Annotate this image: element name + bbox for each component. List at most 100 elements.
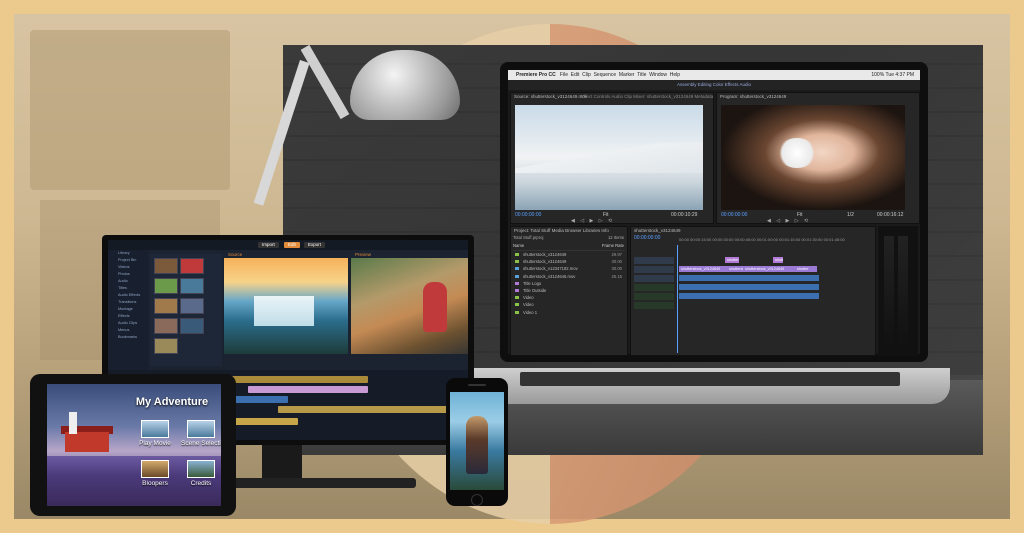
- tab-edit[interactable]: Edit: [284, 242, 300, 248]
- project-item[interactable]: Video 1: [513, 309, 625, 316]
- preview-label: Preview: [355, 252, 372, 257]
- program-timecode[interactable]: 00:00:00:00: [721, 212, 747, 218]
- timeline-clip[interactable]: shutterstock: [727, 266, 743, 272]
- audio-clip[interactable]: [679, 284, 819, 290]
- source-panel-tabs[interactable]: Effect Controls Audio Clip Mixer: shutte…: [581, 94, 713, 99]
- credits-thumb: [187, 460, 215, 478]
- timeline-clip[interactable]: shutter: [795, 266, 817, 272]
- project-item[interactable]: Title Logo: [513, 280, 625, 287]
- timeline-clip[interactable]: [248, 386, 368, 393]
- timeline-timecode[interactable]: 00:00:00:00: [634, 235, 660, 241]
- bloopers-thumb: [141, 460, 169, 478]
- track-a2[interactable]: [634, 293, 674, 300]
- hiker-preview[interactable]: [351, 258, 468, 354]
- project-item[interactable]: shutterstock_v3124646.mov 25.15: [513, 273, 625, 280]
- app-menu[interactable]: Premiere Pro CC: [516, 72, 556, 78]
- audio-waveform[interactable]: [278, 406, 458, 413]
- menu-sequence[interactable]: Sequence: [594, 72, 617, 78]
- sidebar-item[interactable]: Photos: [108, 271, 148, 278]
- scene-selection-button[interactable]: Scene Selection: [181, 420, 221, 447]
- play-movie-button[interactable]: Play Movie: [135, 420, 175, 447]
- bloopers-button[interactable]: Bloopers: [135, 460, 175, 487]
- media-thumb[interactable]: [154, 318, 178, 334]
- timeline-clip[interactable]: shutterstock_v3124649: [743, 266, 795, 272]
- timeline-panel: shutterstock_v3124649 00:00:00:00 00:00 …: [630, 226, 876, 356]
- sidebar-item[interactable]: Effects: [108, 313, 148, 320]
- sidebar-item[interactable]: Transitions: [108, 299, 148, 306]
- timeline-clip[interactable]: shutterstock_v3124649: [773, 257, 783, 263]
- tab-export[interactable]: Export: [304, 242, 326, 248]
- audio-clip[interactable]: [679, 275, 819, 281]
- studio-topbar: Import Edit Export: [108, 240, 468, 250]
- project-item-name: Video: [523, 302, 534, 308]
- header-frame-rate[interactable]: Frame Rate: [602, 243, 624, 248]
- media-thumb[interactable]: [154, 278, 178, 294]
- workspace-tabs[interactable]: Assembly Editing Color Effects Audio: [508, 80, 920, 90]
- sidebar-item[interactable]: Audio: [108, 278, 148, 285]
- track-v1[interactable]: [634, 275, 674, 282]
- timeline-clip[interactable]: shutterstock_v3124649: [725, 257, 739, 263]
- phone-screen: [450, 392, 504, 490]
- source-monitor-title[interactable]: Source: shutterstock_v3124649.mov: [514, 94, 587, 99]
- project-item-frame-rate: 30.00: [611, 266, 622, 272]
- sidebar-item[interactable]: Bookmarks: [108, 334, 148, 341]
- track-v2[interactable]: [634, 266, 674, 273]
- play-movie-label: Play Movie: [139, 440, 171, 447]
- menu-window[interactable]: Window: [649, 72, 667, 78]
- bloopers-label: Bloopers: [142, 480, 168, 487]
- source-timecode[interactable]: 00:00:00:00: [515, 212, 541, 218]
- media-thumb[interactable]: [154, 298, 178, 314]
- timeline-tab[interactable]: shutterstock_v3124649: [634, 228, 681, 233]
- media-thumb[interactable]: [180, 318, 204, 334]
- track-a1[interactable]: [634, 284, 674, 291]
- project-item-frame-rate: 29.97: [611, 252, 622, 257]
- sidebar-item[interactable]: Montage: [108, 306, 148, 313]
- credits-button[interactable]: Credits: [181, 460, 221, 487]
- program-monitor: Program: shutterstock_v3124649 00:00:00:…: [716, 92, 920, 224]
- menu-marker[interactable]: Marker: [619, 72, 635, 78]
- label-color-swatch: [515, 281, 519, 285]
- track-v3[interactable]: [634, 257, 674, 264]
- home-button[interactable]: [471, 494, 483, 506]
- media-thumb[interactable]: [180, 258, 204, 274]
- header-name[interactable]: Name: [513, 243, 524, 248]
- menu-edit[interactable]: Edit: [571, 72, 580, 78]
- project-item[interactable]: shutterstock_v3124649 29.97: [513, 251, 625, 258]
- audio-clip[interactable]: [679, 293, 819, 299]
- menu-file[interactable]: File: [560, 72, 568, 78]
- menu-title[interactable]: Title: [637, 72, 646, 78]
- waterfall-preview[interactable]: [224, 258, 348, 354]
- sidebar-item[interactable]: Project Bin: [108, 257, 148, 264]
- sidebar-item[interactable]: Audio Clips: [108, 320, 148, 327]
- program-transport-controls[interactable]: ◀ ◁ ▶ ▷ ⟲: [767, 218, 810, 226]
- sidebar-item[interactable]: Menus: [108, 327, 148, 334]
- menu-clip[interactable]: Clip: [582, 72, 591, 78]
- project-item[interactable]: Video: [513, 294, 625, 301]
- studio-library-sidebar: Library Project Bin Videos Photos Audio Title…: [108, 250, 148, 370]
- media-thumb[interactable]: [180, 278, 204, 294]
- timeline-clip[interactable]: shutterstock_v3124649: [679, 266, 727, 272]
- timeline-ruler[interactable]: 00:00 00:00:15:00 00:00:30:00 00:00:45:0…: [679, 237, 871, 243]
- media-thumb[interactable]: [180, 298, 204, 314]
- sidebar-item[interactable]: Audio Effects: [108, 292, 148, 299]
- track-a3[interactable]: [634, 302, 674, 309]
- sidebar-item[interactable]: Library: [108, 250, 148, 257]
- clock: Tue 4:37 PM: [885, 72, 914, 78]
- project-item[interactable]: shutterstock_v12347182.mov 30.00: [513, 265, 625, 272]
- program-monitor-title[interactable]: Program: shutterstock_v3124649: [720, 94, 786, 99]
- tab-import[interactable]: Import: [258, 242, 279, 248]
- playhead[interactable]: [677, 245, 678, 353]
- project-panel-tabs[interactable]: Project: Total Stuff Media Browser Libra…: [514, 228, 609, 233]
- tablet: My Adventure Play Movie Scene Selection …: [30, 374, 236, 516]
- menu-help[interactable]: Help: [670, 72, 680, 78]
- source-duration: 00:00:10:29: [671, 212, 698, 218]
- sidebar-item[interactable]: Videos: [108, 264, 148, 271]
- media-thumb[interactable]: [154, 258, 178, 274]
- project-item[interactable]: shutterstock_v3124649 30.00: [513, 258, 625, 265]
- project-item-name: Video: [523, 295, 534, 301]
- project-item[interactable]: Video: [513, 301, 625, 308]
- source-transport-controls[interactable]: ◀ ◁ ▶ ▷ ⟲: [571, 218, 614, 226]
- project-item[interactable]: Title Outside: [513, 287, 625, 294]
- media-thumb[interactable]: [154, 338, 178, 354]
- sidebar-item[interactable]: Titles: [108, 285, 148, 292]
